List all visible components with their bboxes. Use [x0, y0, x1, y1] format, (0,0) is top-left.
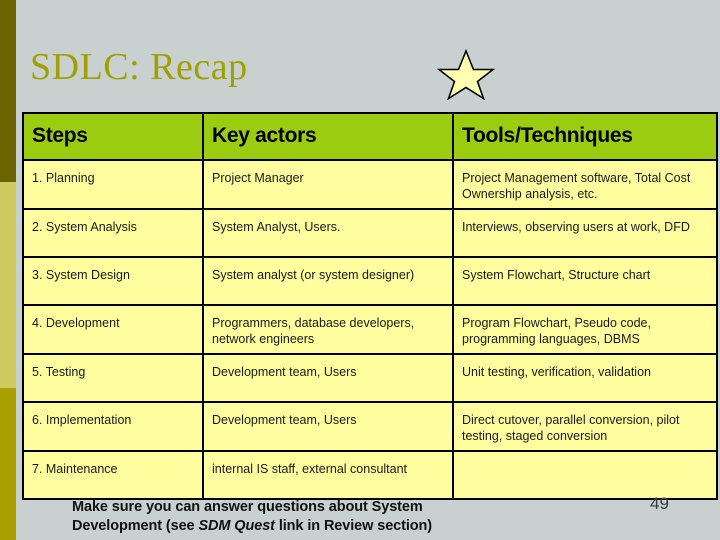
cell-step: 3. System Design — [22, 256, 204, 306]
cell-actors: System Analyst, Users. — [202, 208, 454, 258]
cell-step: 5. Testing — [22, 353, 204, 403]
cell-actors: internal IS staff, external consultant — [202, 450, 454, 500]
footer-note: Make sure you can answer questions about… — [72, 498, 632, 536]
sdlc-recap-table: Steps Key actors Tools/Techniques 1. Pla… — [22, 112, 718, 500]
cell-tools: Direct cutover, parallel conversion, pil… — [452, 401, 718, 452]
cell-actors: System analyst (or system designer) — [202, 256, 454, 306]
column-header-steps: Steps — [22, 112, 204, 161]
cell-actors: Development team, Users — [202, 353, 454, 403]
page-number: 49 — [650, 494, 669, 513]
cell-actors: Programmers, database developers, networ… — [202, 304, 454, 355]
column-header-key-actors: Key actors — [202, 112, 454, 161]
footer-line-2-prefix: Development (see — [72, 518, 199, 534]
cell-step: 6. Implementation — [22, 401, 204, 452]
cell-tools: Program Flowchart, Pseudo code, programm… — [452, 304, 718, 355]
cell-step: 2. System Analysis — [22, 208, 204, 258]
cell-actors: Project Manager — [202, 159, 454, 210]
table-row: 4. Development Programmers, database dev… — [22, 304, 718, 355]
table-row: 1. Planning Project Manager Project Mana… — [22, 159, 718, 210]
cell-step: 4. Development — [22, 304, 204, 355]
cell-step: 7. Maintenance — [22, 450, 204, 500]
table-row: 2. System Analysis System Analyst, Users… — [22, 208, 718, 258]
cell-step: 1. Planning — [22, 159, 204, 210]
cell-tools: System Flowchart, Structure chart — [452, 256, 718, 306]
table-header-row: Steps Key actors Tools/Techniques — [22, 112, 718, 161]
cell-tools: Project Management software, Total Cost … — [452, 159, 718, 210]
table-row: 6. Implementation Development team, User… — [22, 401, 718, 452]
left-accent-band — [0, 0, 16, 540]
accent-band-top — [0, 0, 16, 182]
table-row: 7. Maintenance internal IS staff, extern… — [22, 450, 718, 500]
footer-line-2-suffix: link in Review section) — [274, 518, 433, 534]
star-icon — [436, 48, 496, 101]
column-header-tools-techniques: Tools/Techniques — [452, 112, 718, 161]
table-row: 3. System Design System analyst (or syst… — [22, 256, 718, 306]
cell-tools — [452, 450, 718, 500]
page-title: SDLC: Recap — [30, 46, 248, 88]
footer-line-1: Make sure you can answer questions about… — [72, 499, 423, 515]
accent-band-bottom — [0, 388, 16, 540]
table-row: 5. Testing Development team, Users Unit … — [22, 353, 718, 403]
cell-actors: Development team, Users — [202, 401, 454, 452]
sdm-quest-link-label[interactable]: SDM Quest — [198, 518, 275, 534]
accent-band-middle — [0, 182, 16, 388]
cell-tools: Interviews, observing users at work, DFD — [452, 208, 718, 258]
cell-tools: Unit testing, verification, validation — [452, 353, 718, 403]
